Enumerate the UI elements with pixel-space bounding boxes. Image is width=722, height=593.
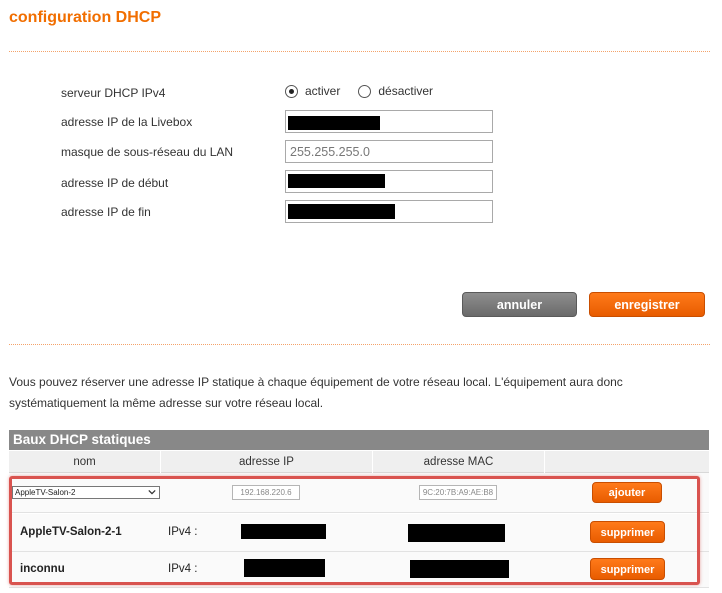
subnet-input[interactable]: 255.255.255.0	[285, 140, 493, 163]
cancel-button[interactable]: annuler	[462, 292, 577, 317]
radio-desactiver-label[interactable]: désactiver	[378, 84, 433, 98]
radio-desactiver[interactable]	[358, 84, 372, 98]
livebox-ip-label: adresse IP de la Livebox	[61, 115, 193, 129]
add-button[interactable]: ajouter	[592, 482, 662, 503]
table-header: nom adresse IP adresse MAC	[9, 451, 709, 473]
chevron-down-icon	[148, 489, 156, 495]
column-header-mac: adresse MAC	[373, 451, 545, 473]
redacted-value	[408, 524, 505, 542]
divider	[9, 344, 710, 345]
divider	[9, 51, 710, 52]
save-button[interactable]: enregistrer	[589, 292, 705, 317]
subnet-label: masque de sous-réseau du LAN	[61, 145, 234, 159]
page-title: configuration DHCP	[9, 9, 161, 26]
static-leases-title: Baux DHCP statiques	[9, 430, 709, 450]
info-text: Vous pouvez réserver une adresse IP stat…	[9, 375, 623, 410]
device-select-value: AppleTV-Salon-2	[15, 488, 76, 497]
column-header-ip: adresse IP	[161, 451, 373, 473]
lease-name: inconnu	[20, 563, 65, 575]
redacted-value	[288, 116, 380, 130]
delete-button[interactable]: supprimer	[590, 558, 665, 580]
redacted-value	[410, 560, 509, 578]
radio-activer-label[interactable]: activer	[305, 84, 340, 98]
redacted-value	[244, 559, 325, 577]
start-ip-label: adresse IP de début	[61, 176, 169, 190]
dhcp-server-radio-group: activer désactiver	[285, 84, 451, 98]
lease-ip-prefix: IPv4 :	[168, 526, 198, 538]
column-header-nom: nom	[9, 451, 161, 473]
radio-activer[interactable]	[285, 84, 298, 98]
redacted-value	[288, 204, 395, 219]
redacted-value	[288, 174, 385, 188]
device-select[interactable]: AppleTV-Salon-2	[12, 486, 160, 499]
delete-button[interactable]: supprimer	[590, 521, 665, 543]
dhcp-server-label: serveur DHCP IPv4	[61, 86, 166, 100]
end-ip-label: adresse IP de fin	[61, 205, 151, 219]
column-header-actions	[545, 451, 709, 473]
lease-ip-prefix: IPv4 :	[168, 563, 198, 575]
lease-name: AppleTV-Salon-2-1	[20, 526, 122, 538]
new-ip-input[interactable]: 192.168.220.6	[232, 485, 300, 500]
new-mac-input[interactable]: 9C:20:7B:A9:AE:B8	[419, 485, 497, 500]
redacted-value	[241, 524, 326, 539]
